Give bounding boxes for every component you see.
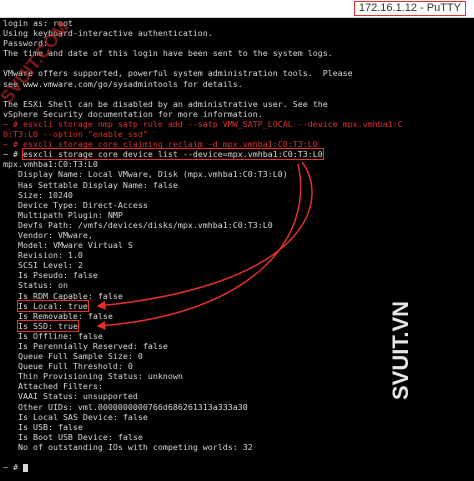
terminal-line: ~ # bbox=[3, 462, 471, 472]
terminal-line: ~ # esxcli storage core device list --de… bbox=[3, 148, 471, 161]
shell-prompt: ~ # bbox=[3, 462, 23, 473]
title-bar[interactable]: 172.16.1.12 - PuTTY bbox=[0, 0, 474, 18]
terminal-line: Multipath Plugin: NMP bbox=[3, 209, 123, 220]
highlighted-property: Is SSD: true bbox=[17, 319, 79, 332]
terminal-line: Is Pseudo: false bbox=[3, 270, 98, 281]
terminal-line: Has Settable Display Name: false bbox=[3, 179, 178, 190]
terminal-line: Revision: 1.0 bbox=[3, 250, 83, 261]
highlighted-command: esxcli storage core device list --device… bbox=[21, 148, 324, 161]
terminal-line: The time and date of this login have bee… bbox=[3, 48, 333, 59]
terminal-line: Devfs Path: /vmfs/devices/disks/mpx.vmhb… bbox=[3, 219, 273, 230]
terminal-line: Vendor: VMware, bbox=[3, 229, 93, 240]
terminal-line: Status: on bbox=[3, 280, 68, 291]
terminal-line: ~ # esxcli storage core claiming reclaim… bbox=[3, 139, 318, 150]
putty-window: 172.16.1.12 - PuTTY login as: root Using … bbox=[0, 0, 474, 481]
window-title: 172.16.1.12 - PuTTY bbox=[353, 1, 466, 16]
terminal-line: mpx.vmhba1:C0:T3:L0 bbox=[3, 159, 98, 170]
terminal-line: The ESXi Shell can be disabled by an adm… bbox=[3, 98, 328, 109]
terminal-line: Model: VMware Virtual S bbox=[3, 240, 133, 251]
terminal-line: vSphere Security documentation for more … bbox=[3, 108, 263, 119]
terminal-line: Password: bbox=[3, 38, 48, 49]
terminal-line: Other UIDs: vml.0000000000766d686261313a… bbox=[3, 401, 248, 412]
terminal-line: Device Type: Direct-Access bbox=[3, 199, 148, 210]
highlighted-property: Is Local: true bbox=[17, 299, 89, 312]
terminal-line: Is Boot USB Device: false bbox=[3, 431, 143, 442]
shell-prompt: ~ # bbox=[3, 149, 23, 160]
terminal-line: login as: root bbox=[3, 18, 73, 28]
terminal-line: 0:T3:L0 --option "enable_ssd" bbox=[3, 129, 148, 140]
terminal-line: Is Local SAS Device: false bbox=[3, 411, 148, 422]
terminal-line: Display Name: Local VMware, Disk (mpx.vm… bbox=[3, 169, 288, 180]
terminal-line: ~ # esxcli storage nmp satp rule add --s… bbox=[3, 118, 403, 129]
terminal-line: see www.vmware.com/go/sysadmintools for … bbox=[3, 78, 243, 89]
watermark-bottom: SVUIT.VN bbox=[388, 300, 413, 400]
terminal-line: VMware offers supported, powerful system… bbox=[3, 68, 353, 79]
cursor-icon bbox=[22, 463, 28, 472]
terminal-line: SCSI Level: 2 bbox=[3, 260, 83, 271]
terminal-line: Is RDM Capable: false bbox=[3, 290, 123, 301]
terminal-line: Size: 10240 bbox=[3, 189, 73, 200]
terminal-line: No of outstanding IOs with competing wor… bbox=[3, 441, 253, 452]
terminal-line: Is USB: false bbox=[3, 421, 83, 432]
terminal-output[interactable]: login as: root Using keyboard-interactive… bbox=[3, 18, 471, 479]
